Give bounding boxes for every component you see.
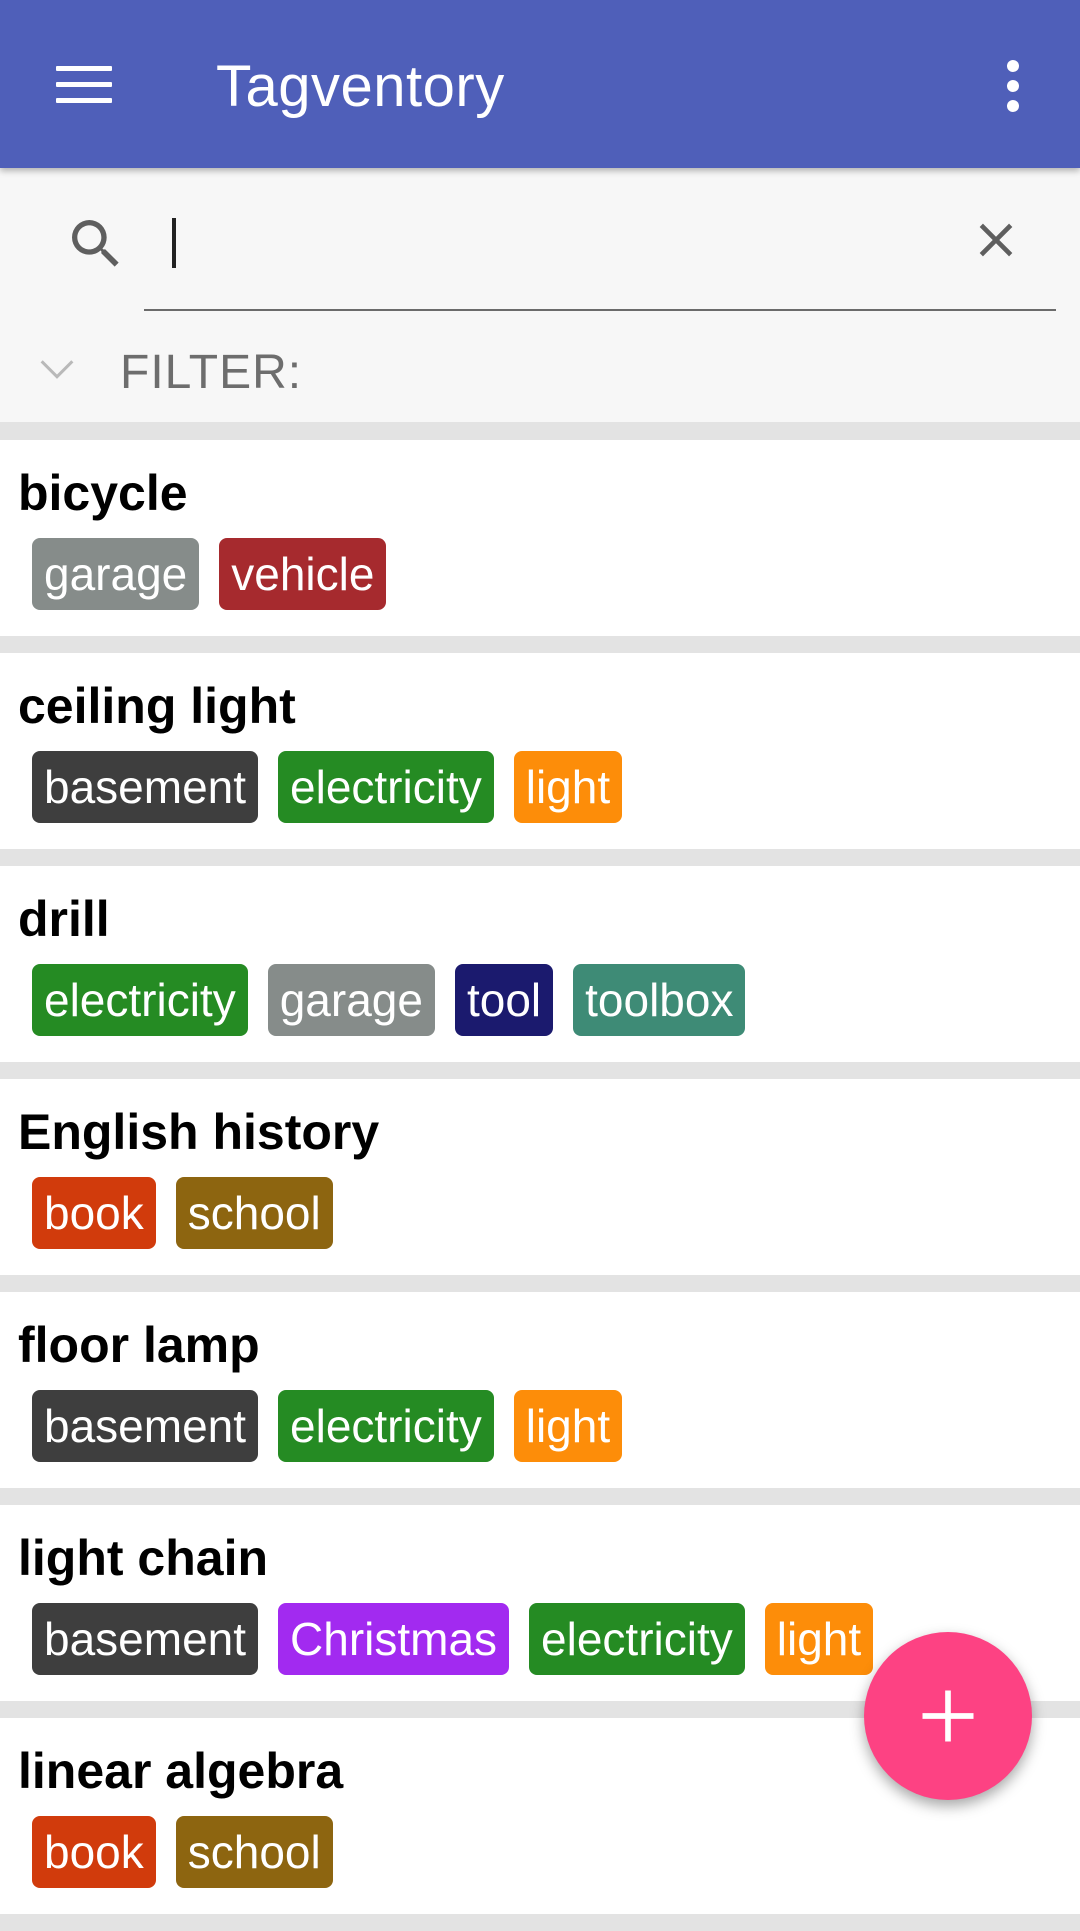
list-item[interactable]: floor lamp basement electricity light <box>0 1292 1080 1488</box>
tag-chip[interactable]: book <box>32 1816 156 1888</box>
list-item[interactable]: bicycle garage vehicle <box>0 440 1080 636</box>
item-name: ceiling light <box>18 678 296 734</box>
tag-chip[interactable]: light <box>513 751 623 823</box>
tag-chip[interactable]: school <box>175 1816 333 1888</box>
item-name: light chain <box>18 1530 268 1586</box>
close-icon[interactable] <box>968 212 1024 268</box>
search-underline <box>144 309 1056 311</box>
tag-chip[interactable]: tool <box>454 964 554 1036</box>
tag-chip[interactable]: school <box>175 1177 333 1249</box>
item-name: floor lamp <box>18 1317 260 1373</box>
tag-chip[interactable]: electricity <box>32 964 248 1036</box>
tag-chip[interactable]: book <box>32 1177 156 1249</box>
app-bar: Tagventory <box>0 0 1080 168</box>
tag-list: electricity garage tool toolbox <box>32 964 765 1036</box>
tag-chip[interactable]: electricity <box>529 1603 745 1675</box>
search-input[interactable] <box>144 202 954 274</box>
tag-chip[interactable]: toolbox <box>573 964 746 1036</box>
more-vert-icon[interactable] <box>996 58 1032 114</box>
tag-chip[interactable]: electricity <box>278 751 494 823</box>
add-item-button[interactable] <box>864 1632 1032 1800</box>
item-name: bicycle <box>18 465 188 521</box>
tag-list: basement electricity light <box>32 751 642 823</box>
item-name: English history <box>18 1104 380 1160</box>
list-item[interactable]: ceiling light basement electricity light <box>0 653 1080 849</box>
tag-list: basement electricity light <box>32 1390 642 1462</box>
search-icon <box>72 220 119 267</box>
item-name: drill <box>18 891 110 947</box>
chevron-down-icon[interactable] <box>34 346 80 392</box>
tag-chip[interactable]: vehicle <box>219 538 387 610</box>
filter-label[interactable]: FILTER: <box>120 344 302 402</box>
tag-list: garage vehicle <box>32 538 406 610</box>
tag-chip[interactable]: electricity <box>278 1390 494 1462</box>
tag-chip[interactable]: basement <box>32 1603 259 1675</box>
tag-chip[interactable]: light <box>764 1603 874 1675</box>
app-title: Tagventory <box>216 54 505 119</box>
tag-chip[interactable]: Christmas <box>278 1603 510 1675</box>
tag-chip[interactable]: garage <box>267 964 435 1036</box>
tag-list: basement Christmas electricity light <box>32 1603 893 1675</box>
list-item[interactable]: drill electricity garage tool toolbox <box>0 866 1080 1062</box>
tag-chip[interactable]: garage <box>32 538 200 610</box>
item-name: linear algebra <box>18 1743 344 1799</box>
hamburger-menu-icon[interactable] <box>56 66 112 104</box>
tag-chip[interactable]: basement <box>32 751 259 823</box>
tag-list: book school <box>32 1177 353 1249</box>
plus-icon <box>922 1690 974 1742</box>
search-panel: FILTER: <box>0 168 1080 422</box>
tag-list: book school <box>32 1816 353 1888</box>
text-cursor <box>172 218 176 268</box>
list-item[interactable]: English history book school <box>0 1079 1080 1275</box>
tag-chip[interactable]: basement <box>32 1390 259 1462</box>
tag-chip[interactable]: light <box>513 1390 623 1462</box>
